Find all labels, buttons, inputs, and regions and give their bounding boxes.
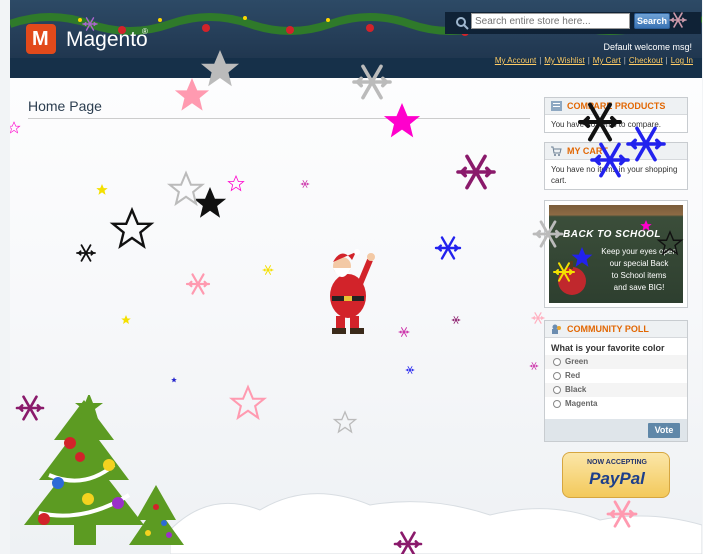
falling-stars-snowflakes-decoration — [10, 12, 687, 554]
page: M Magento ® Search Default welcome msg! … — [10, 0, 702, 554]
